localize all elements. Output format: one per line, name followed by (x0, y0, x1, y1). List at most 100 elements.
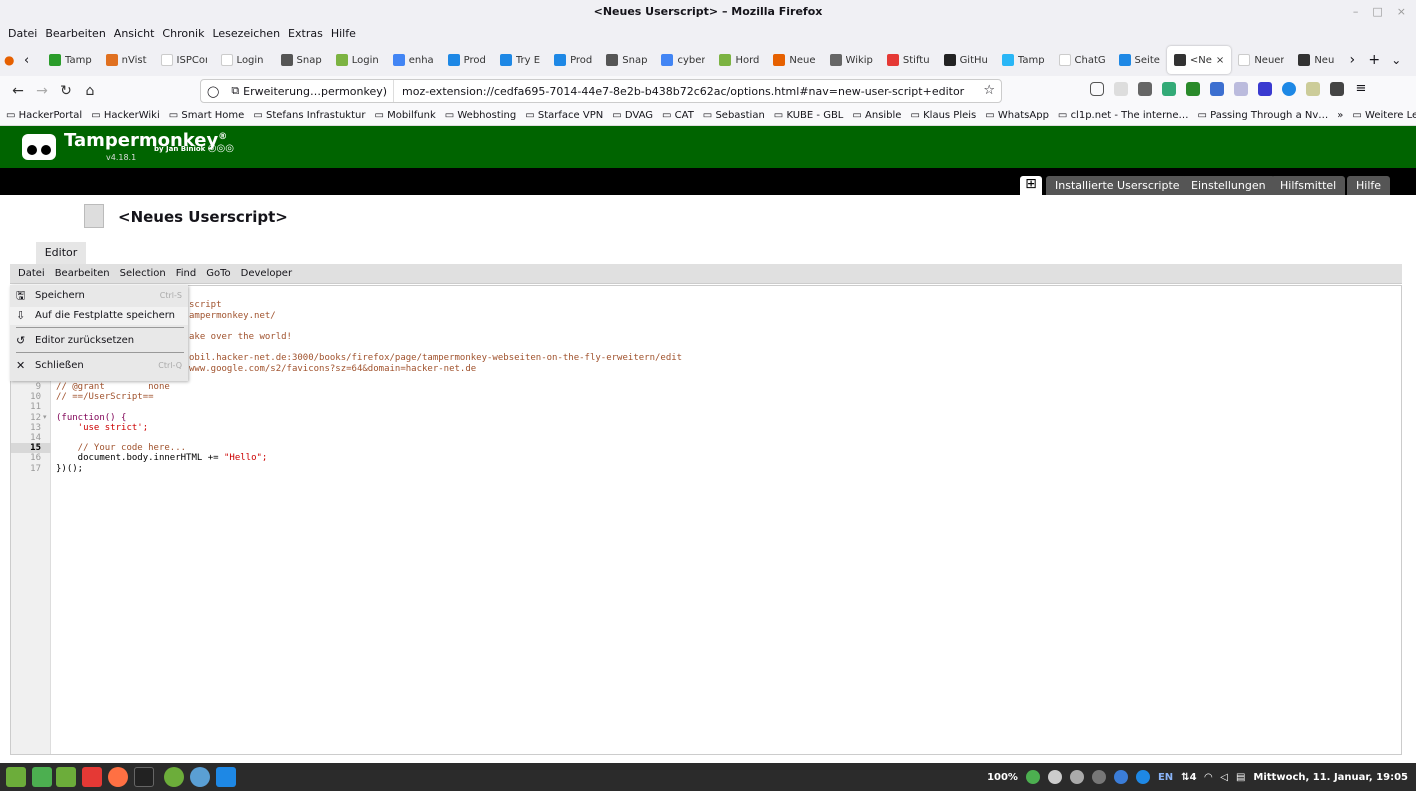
extension-icon[interactable] (1258, 82, 1272, 96)
browser-tab[interactable]: cyber (654, 46, 712, 74)
editor-menu-find[interactable]: Find (176, 264, 197, 283)
new-tab-button[interactable]: + (1363, 52, 1385, 68)
menu-datei[interactable]: Datei (8, 24, 37, 44)
start-menu-icon[interactable] (6, 767, 26, 787)
extension-icon[interactable] (1306, 82, 1320, 96)
browser-tab[interactable]: Hord (712, 46, 766, 74)
browser-tab[interactable]: <Ne × (1166, 46, 1232, 74)
network-icon[interactable]: ⇅4 (1181, 772, 1196, 783)
bookmark-item[interactable]: ▭ KUBE - GBL (774, 110, 844, 121)
tray-icon[interactable] (1047, 770, 1062, 784)
app-icon[interactable] (190, 767, 210, 787)
browser-tab[interactable]: Prod (547, 46, 599, 74)
instagram-icon[interactable]: ◎ (225, 143, 234, 154)
check-icon[interactable] (1025, 770, 1040, 784)
bookmark-item[interactable]: ▭ Mobilfunk (374, 110, 435, 121)
browser-tab[interactable]: GitHu (937, 46, 995, 74)
clipboard-icon[interactable]: ▤ (1236, 772, 1245, 783)
text-editor-icon[interactable] (216, 767, 236, 787)
editor-menu-goto[interactable]: GoTo (206, 264, 230, 283)
show-desktop-icon[interactable] (32, 767, 52, 787)
extension-identity[interactable]: ⧉ Erweiterung…permonkey) (225, 80, 395, 102)
app-icon[interactable] (82, 767, 102, 787)
volume-icon[interactable]: ◁ (1220, 772, 1228, 783)
editor-menu-developer[interactable]: Developer (241, 264, 292, 283)
browser-tab[interactable]: Snap (599, 46, 654, 74)
bookmark-item[interactable]: ▭ cl1p.net - The interne… (1058, 110, 1189, 121)
bookmark-item[interactable]: ▭ Webhosting (445, 110, 517, 121)
bookmark-item[interactable]: ▭ Weitere Lesezeichen (1352, 110, 1416, 121)
tab-utilities[interactable]: Hilfsmittel (1271, 176, 1346, 195)
browser-tab[interactable]: Wikip (823, 46, 880, 74)
code-editor[interactable]: 9 10 11 12 ▾ 13 14 15 16 17 script ampermonkey.net… (10, 285, 1402, 755)
url-text[interactable]: moz-extension://cedfa695-7014-44e7-8e2b-… (394, 85, 964, 98)
firefox-view-icon[interactable]: ● (4, 53, 24, 67)
bookmark-item[interactable]: ▭ HackerWiki (91, 110, 160, 121)
file-menu-item[interactable]: 🖫 Speichern Ctrl-S (10, 287, 188, 305)
menu-hilfe[interactable]: Hilfe (331, 24, 356, 44)
browser-tab[interactable]: Tamp (995, 46, 1052, 74)
files-icon[interactable] (56, 767, 76, 787)
shield-icon[interactable]: ◯ (201, 85, 225, 98)
bookmark-item[interactable]: ▭ Smart Home (169, 110, 245, 121)
editor-menu-selection[interactable]: Selection (120, 264, 166, 283)
maximize-button[interactable]: □ (1372, 0, 1382, 24)
tab-list-button[interactable]: ⌄ (1385, 53, 1407, 67)
pocket-icon[interactable] (1090, 82, 1104, 96)
browser-tab[interactable]: Login - C (214, 46, 274, 74)
browser-tab[interactable]: Neu (1291, 46, 1341, 74)
tab-scroll-left[interactable]: ‹ (24, 53, 42, 68)
home-icon[interactable]: ⌂ (78, 83, 102, 99)
tab-installed-scripts[interactable]: Installierte Userscripte (1046, 176, 1189, 195)
browser-tab[interactable]: Try E (493, 46, 547, 74)
menu-extras[interactable]: Extras (288, 24, 323, 44)
editor-menu-datei[interactable]: Datei (18, 264, 45, 283)
tab-close-icon[interactable]: × (1216, 55, 1224, 66)
browser-tab[interactable]: Prod (441, 46, 493, 74)
browser-tab[interactable]: Tamp (42, 46, 99, 74)
clock[interactable]: Mittwoch, 11. Januar, 19:05 (1253, 772, 1408, 783)
wifi-icon[interactable]: ◠ (1205, 772, 1213, 783)
bookmark-item[interactable]: ▭ Stefans Infrastuktur (253, 110, 365, 121)
bookmark-item[interactable]: ▭ Sebastian (703, 110, 765, 121)
back-icon[interactable]: ← (6, 83, 30, 99)
bookmark-item[interactable]: » (1337, 110, 1343, 121)
bookmark-item[interactable]: ▭ Passing Through a Nv… (1198, 110, 1329, 121)
keyboard-layout[interactable]: EN (1158, 772, 1173, 783)
editor-menu-bearbeiten[interactable]: Bearbeiten (55, 264, 110, 283)
tray-icon[interactable] (1113, 770, 1128, 784)
extension-icon[interactable] (1234, 82, 1248, 96)
url-bar[interactable]: ◯ ⧉ Erweiterung…permonkey) moz-extension:… (200, 79, 1002, 103)
extension-icon[interactable] (1282, 82, 1296, 96)
extension-icon[interactable] (1330, 82, 1344, 96)
browser-tab[interactable]: Snap (274, 46, 329, 74)
tab-scroll-right[interactable]: › (1341, 52, 1363, 68)
menu-chronik[interactable]: Chronik (162, 24, 204, 44)
browser-tab[interactable]: ISPConfi (154, 46, 214, 74)
browser-tab[interactable]: nVist (99, 46, 154, 74)
bookmark-item[interactable]: ▭ CAT (662, 110, 694, 121)
file-menu-item[interactable]: ⇩ Auf die Festplatte speichern (10, 307, 188, 325)
minimize-button[interactable]: – (1353, 0, 1359, 24)
tab-editor[interactable]: Editor (36, 242, 86, 264)
menu-ansicht[interactable]: Ansicht (114, 24, 155, 44)
tray-icon[interactable] (1069, 770, 1084, 784)
menu-bearbeiten[interactable]: Bearbeiten (45, 24, 105, 44)
fold-arrow-icon[interactable]: ▾ (43, 413, 47, 421)
browser-tab[interactable]: Login (329, 46, 386, 74)
menu-lesezeichen[interactable]: Lesezeichen (212, 24, 280, 44)
keepass-icon[interactable] (1210, 82, 1224, 96)
extension-icon[interactable] (1138, 82, 1152, 96)
tray-icon[interactable] (1091, 770, 1106, 784)
browser-tab[interactable]: Neuer Ta (1231, 46, 1291, 74)
firefox-icon[interactable] (108, 767, 128, 787)
browser-tab[interactable]: enha (386, 46, 441, 74)
file-menu-item[interactable]: ↺ Editor zurücksetzen (10, 332, 188, 350)
close-window-button[interactable]: × (1397, 0, 1406, 24)
tray-icon[interactable] (1135, 770, 1150, 784)
tab-settings[interactable]: Einstellungen (1182, 176, 1275, 195)
github-icon[interactable]: ◎ (208, 143, 217, 154)
reload-icon[interactable]: ↻ (54, 83, 78, 99)
bookmark-item[interactable]: ▭ Ansible (852, 110, 901, 121)
download-icon[interactable] (1114, 82, 1128, 96)
